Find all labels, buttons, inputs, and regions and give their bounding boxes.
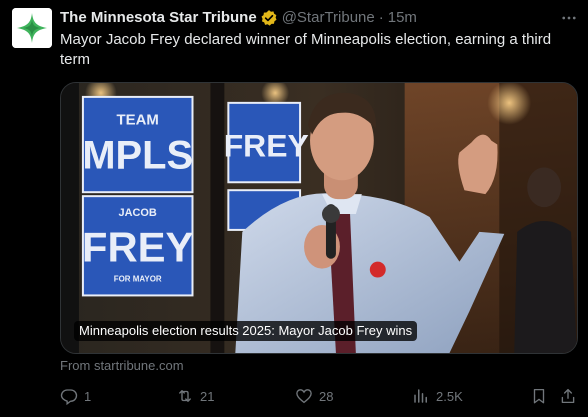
share-icon [561, 388, 575, 404]
sign-mpls-line: MPLS [82, 133, 193, 177]
sign-for-mayor-line: FOR MAYOR [114, 275, 162, 284]
share-button[interactable] [559, 386, 577, 406]
like-count: 28 [319, 388, 334, 404]
avatar[interactable] [12, 8, 52, 48]
account-name[interactable]: The Minnesota Star Tribune [60, 8, 257, 28]
like-button[interactable]: 28 [295, 386, 333, 406]
card-caption: Minneapolis election results 2025: Mayor… [74, 321, 418, 341]
repost-button[interactable]: 21 [176, 386, 214, 406]
views-button[interactable]: 2.5K [412, 386, 463, 406]
star-tribune-logo-icon [12, 8, 52, 48]
sign-frey-right-line: FREY [224, 128, 309, 164]
tweet-header: The Minnesota Star Tribune @StarTribune … [60, 8, 417, 28]
tweet-text: Mayor Jacob Frey declared winner of Minn… [60, 31, 552, 68]
verified-badge-icon[interactable] [260, 9, 278, 27]
view-count: 2.5K [436, 388, 463, 404]
repost-icon [179, 390, 191, 402]
sign-jacob-frey: JACOB FREY FOR MAYOR [81, 195, 194, 297]
card-source[interactable]: From startribune.com [60, 358, 184, 374]
sign-team-line: TEAM [117, 113, 159, 129]
views-chart-icon [414, 389, 427, 403]
more-options-icon[interactable] [558, 8, 580, 28]
news-photo: TEAM MPLS JACOB FREY FOR MAYOR FREY [61, 83, 577, 353]
sign-team-mpls: TEAM MPLS [81, 95, 194, 194]
sign-frey-line: FREY [82, 224, 194, 271]
link-card[interactable]: TEAM MPLS JACOB FREY FOR MAYOR FREY Minn… [60, 82, 578, 354]
reply-count: 1 [84, 388, 92, 404]
tweet-timestamp[interactable]: 15m [388, 8, 417, 28]
bookmark-button[interactable] [530, 386, 548, 406]
repost-count: 21 [200, 388, 215, 404]
bookmark-icon [533, 388, 545, 404]
heart-icon [296, 389, 312, 404]
action-bar: 1 21 28 2.5K [60, 386, 578, 406]
reply-icon [60, 389, 78, 405]
reply-button[interactable]: 1 [60, 386, 91, 406]
account-handle[interactable]: @StarTribune [282, 8, 375, 28]
sign-jacob-line: JACOB [119, 207, 157, 219]
tweet[interactable]: The Minnesota Star Tribune @StarTribune … [0, 0, 588, 417]
separator-dot: · [378, 9, 384, 26]
